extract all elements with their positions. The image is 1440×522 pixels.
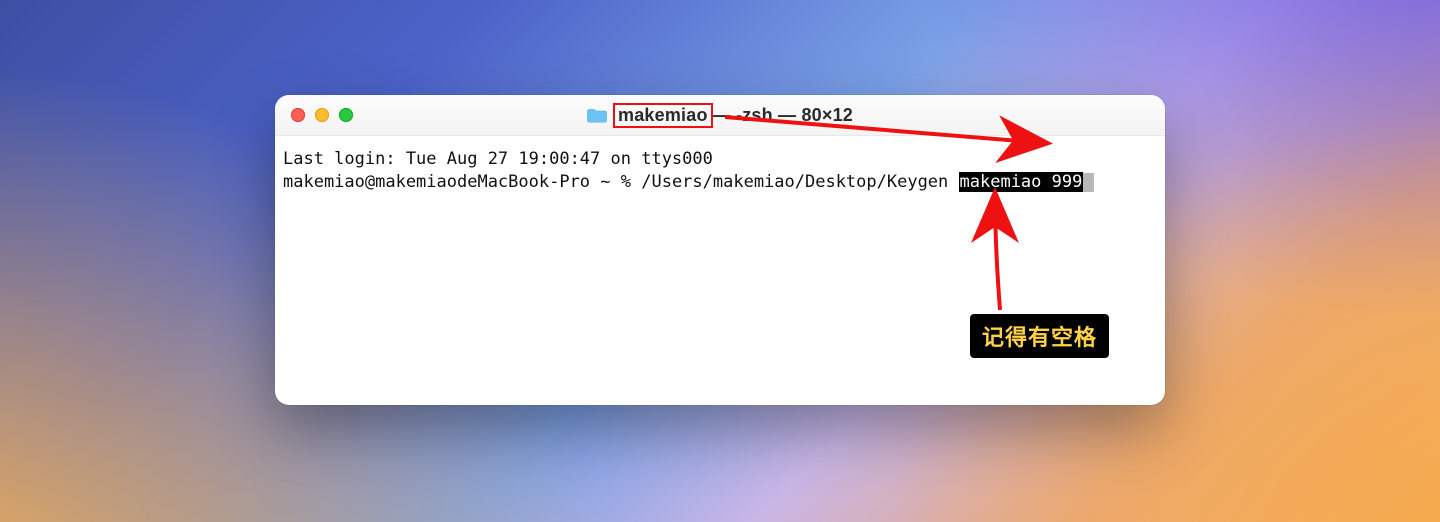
minimize-button[interactable] <box>315 108 329 122</box>
annotation-label: 记得有空格 <box>970 314 1109 358</box>
terminal-body[interactable]: Last login: Tue Aug 27 19:00:47 on ttys0… <box>275 136 1165 206</box>
cursor <box>1083 173 1094 192</box>
window-title-highlighted: makemiao <box>613 103 713 128</box>
selected-arguments: makemiao 999 <box>959 172 1084 192</box>
close-button[interactable] <box>291 108 305 122</box>
zoom-button[interactable] <box>339 108 353 122</box>
traffic-lights <box>275 108 353 122</box>
folder-icon <box>587 107 607 123</box>
shell-prompt: makemiao@makemiaodeMacBook-Pro ~ % <box>283 172 641 192</box>
window-title: makemiao — -zsh — 80×12 <box>613 103 853 128</box>
terminal-window[interactable]: makemiao — -zsh — 80×12 Last login: Tue … <box>275 95 1165 405</box>
window-titlebar[interactable]: makemiao — -zsh — 80×12 <box>275 95 1165 136</box>
last-login-line: Last login: Tue Aug 27 19:00:47 on ttys0… <box>283 149 713 169</box>
command-text: /Users/makemiao/Desktop/Keygen <box>641 172 958 192</box>
window-title-rest: — -zsh — 80×12 <box>713 105 853 126</box>
